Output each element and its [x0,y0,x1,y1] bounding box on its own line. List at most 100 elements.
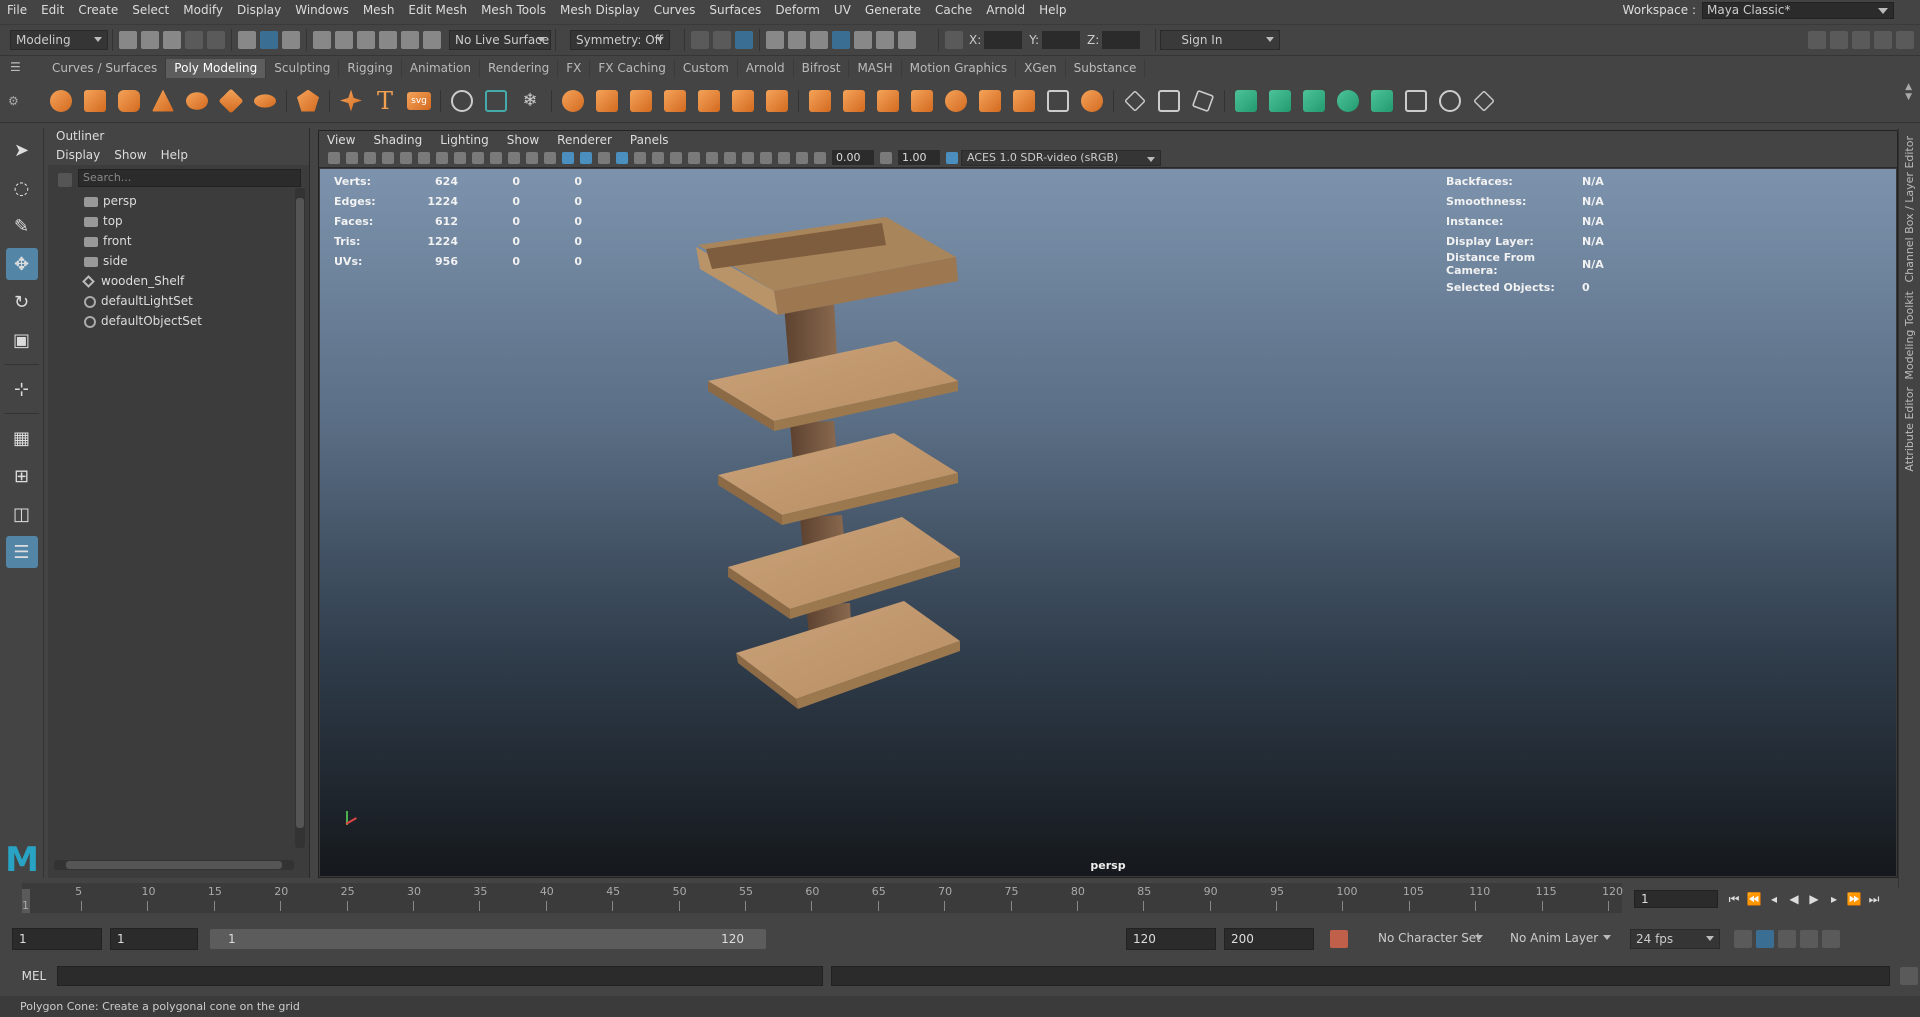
super-shape-icon[interactable] [337,86,365,116]
shelf-tab-arnold[interactable]: Arnold [738,59,794,78]
combine-icon[interactable] [559,86,587,116]
sound-icon[interactable] [1778,930,1796,948]
select-object-icon[interactable] [260,31,278,49]
last-tool-icon[interactable]: ⊹ [6,373,38,405]
bevel-icon[interactable] [874,86,902,116]
fps-dropdown[interactable]: 24 fps [1630,929,1720,949]
bridge-icon[interactable] [840,86,868,116]
anim-layer-dropdown[interactable]: No Anim Layer [1496,929,1616,949]
x-field[interactable] [984,31,1023,49]
multi-cut-icon[interactable] [908,86,936,116]
shelf-tab-bifrost[interactable]: Bifrost [794,59,850,78]
outliner-menu-show[interactable]: Show [114,148,146,162]
go-to-end-icon[interactable]: ⏭ [1866,892,1882,906]
menu-deform[interactable]: Deform [768,0,827,20]
poly-disc-icon[interactable] [251,86,279,116]
poly-cube-icon[interactable] [81,86,109,116]
fill-hole-icon[interactable] [942,86,970,116]
viewport-menu-shading[interactable]: Shading [373,133,422,147]
exposure-field[interactable]: 0.00 [832,150,874,165]
poly-cylinder-icon[interactable] [115,86,143,116]
render-settings-icon[interactable] [766,31,784,49]
svg-tool-icon[interactable]: svg [405,86,433,116]
undo-icon[interactable] [185,31,203,49]
menu-generate[interactable]: Generate [858,0,928,20]
outliner-item[interactable]: wooden_Shelf [48,271,309,291]
platonic-solid-icon[interactable] [294,86,322,116]
extract-icon[interactable] [627,86,655,116]
step-back-key-icon[interactable]: ⏪ [1746,892,1762,906]
z-field[interactable] [1102,31,1141,49]
anim-prefs-icon[interactable] [1800,930,1818,948]
snap-view-icon[interactable] [379,31,397,49]
color-management-icon[interactable] [946,151,958,164]
lasso-tool-icon[interactable]: ◌ [6,172,38,204]
camera-attributes-icon[interactable] [346,151,358,164]
ipr-render-icon[interactable] [735,31,753,49]
shelf-tab-fx[interactable]: FX [558,59,591,78]
outliner-item[interactable]: persp [48,191,309,211]
playback-start-field[interactable]: 1 [110,928,198,950]
open-scene-icon[interactable] [141,31,159,49]
viewport-menu-show[interactable]: Show [507,133,539,147]
step-back-frame-icon[interactable]: ◂ [1766,892,1782,906]
textured-icon[interactable] [616,151,628,164]
pause-ipr-icon[interactable] [898,31,916,49]
snap-grid-icon[interactable] [313,31,331,49]
type-tool-icon[interactable]: T [371,86,399,116]
shelf-tab-mash[interactable]: MASH [849,59,902,78]
menu-cache[interactable]: Cache [928,0,979,20]
character-set-dropdown[interactable]: No Character Set [1364,929,1488,949]
menu-file[interactable]: File [0,0,34,20]
menu-curves[interactable]: Curves [647,0,703,20]
checker-icon[interactable] [1402,86,1430,116]
menu-modify[interactable]: Modify [176,0,230,20]
smooth-shade-icon[interactable] [580,151,592,164]
anim-settings-icon[interactable] [1822,930,1840,948]
shelf-scroll-icon[interactable]: ▲ ▼ [1905,82,1912,102]
image-plane-icon[interactable] [382,151,394,164]
shelf-tab-motion-graphics[interactable]: Motion Graphics [902,59,1017,78]
outliner-item[interactable]: defaultLightSet [48,291,309,311]
shelf-tab-curves-surfaces[interactable]: Curves / Surfaces [44,59,167,78]
tool-settings-icon[interactable] [1852,31,1870,49]
planar-map-icon[interactable] [1232,86,1260,116]
four-view-icon[interactable]: ⊞ [6,460,38,492]
end-time-field[interactable]: 200 [1224,928,1314,950]
time-slider[interactable]: 1 5 10 15 20 25 30 35 40 45 50 55 60 65 70 75 80 85 90 95 10… [22,883,1623,913]
outliner-menu-display[interactable]: Display [56,148,100,162]
paint-select-icon[interactable]: ✎ [6,210,38,242]
boolean-icon[interactable] [763,86,791,116]
snap-point-icon[interactable] [357,31,375,49]
exposure-icon[interactable] [814,151,826,164]
anti-aliasing-icon[interactable] [706,151,718,164]
workspace-dropdown[interactable]: Maya Classic* [1702,1,1894,19]
viewport-menu-lighting[interactable]: Lighting [440,133,489,147]
right-tab-modeling-toolkit[interactable]: Modeling Toolkit [1903,291,1916,380]
shelf-tab-custom[interactable]: Custom [675,59,738,78]
live-surface-field[interactable]: No Live Surface [449,30,551,50]
insert-loop-icon[interactable] [1155,86,1183,116]
shelf-tab-fx-caching[interactable]: FX Caching [590,59,675,78]
outliner-vscrollbar[interactable] [295,188,305,848]
menu-edit-mesh[interactable]: Edit Mesh [401,0,474,20]
auto-map-icon[interactable] [1266,86,1294,116]
shelf-tab-xgen[interactable]: XGen [1016,59,1066,78]
loop-icon[interactable] [1734,930,1752,948]
outliner-item[interactable]: defaultObjectSet [48,311,309,331]
poly-cone-icon[interactable] [149,86,177,116]
sculpt-tool-icon[interactable] [448,86,476,116]
target-weld-icon[interactable] [1010,86,1038,116]
sew-uv-icon[interactable] [1470,86,1498,116]
outliner-search-input[interactable]: Search... [78,169,301,187]
right-tab-attribute-editor[interactable]: Attribute Editor [1903,387,1916,472]
menu-set-dropdown[interactable]: Modeling [10,30,108,50]
safe-title-icon[interactable] [544,151,556,164]
poke-icon[interactable] [1078,86,1106,116]
snap-pivot-icon[interactable] [423,31,441,49]
shelf-tab-substance[interactable]: Substance [1066,59,1146,78]
start-time-field[interactable]: 1 [12,928,102,950]
snap-curve-icon[interactable] [335,31,353,49]
range-slider[interactable]: 1 120 [210,929,766,949]
menu-display[interactable]: Display [230,0,288,20]
